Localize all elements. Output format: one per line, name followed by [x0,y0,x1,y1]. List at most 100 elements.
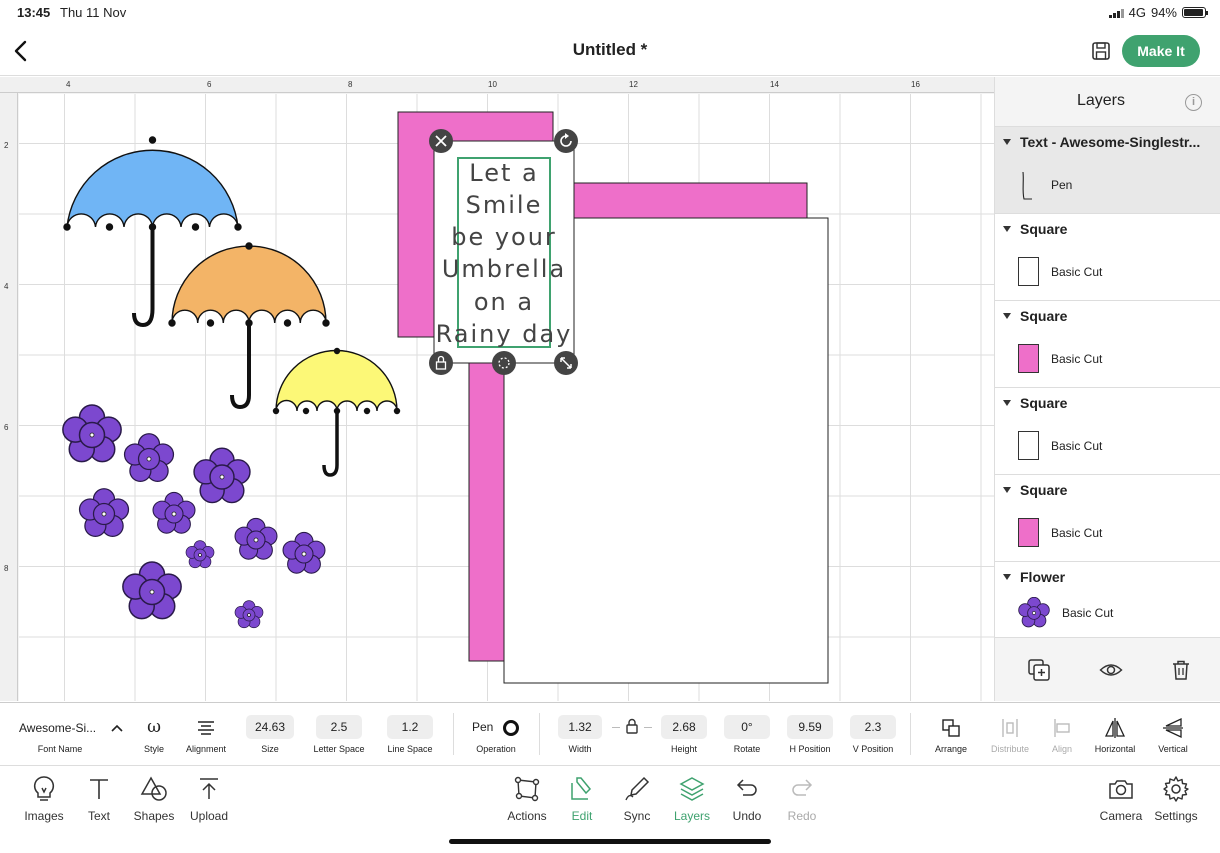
make-it-button[interactable]: Make It [1122,35,1200,67]
signal-icon [1108,8,1124,18]
font-name-label: Font Name [37,744,83,754]
v-position-input[interactable]: 2.3 [850,715,896,739]
layer-group-square[interactable]: Square Basic Cut [995,214,1220,301]
nav-redo: Redo [772,775,832,835]
nav-edit[interactable]: Edit [552,775,612,835]
duplicate-icon [1028,659,1050,681]
text-line: Let a [469,159,538,187]
layer-swatch [1018,431,1039,460]
lock-handle[interactable] [429,351,453,375]
layer-group-square[interactable]: Square Basic Cut [995,475,1220,562]
align-button: Align [1042,703,1082,767]
lock-proportions-button[interactable] [610,703,656,767]
flip-vertical-icon [1163,717,1183,739]
flip-horizontal-icon [1104,718,1126,738]
alignment-label: Alignment [185,744,227,754]
flip-horizontal-button[interactable]: Horizontal [1090,703,1140,767]
alignment-control[interactable]: Alignment [180,703,232,767]
duplicate-button[interactable] [1027,658,1051,682]
nav-shapes[interactable]: Shapes [124,775,184,835]
caret-down-icon[interactable] [1003,225,1011,232]
width-input[interactable]: 1.32 [558,715,602,739]
letter-space-input[interactable]: 2.5 [316,715,362,739]
caret-down-icon[interactable] [1003,399,1011,406]
horizontal-label: Horizontal [1094,744,1136,754]
v-position-control[interactable]: 2.3 V Position [848,703,898,767]
arrange-button[interactable]: Arrange [928,703,974,767]
pen-line-icon [1022,171,1032,200]
caret-down-icon[interactable] [1003,573,1011,580]
info-icon[interactable]: i [1185,94,1202,111]
nav-upload[interactable]: Upload [179,775,239,835]
flower-icon [1018,597,1050,628]
nav-sync-label: Sync [623,809,651,823]
text-line: Smile [466,191,543,219]
nav-actions-label: Actions [507,809,547,823]
rotate-input[interactable]: 0° [724,715,770,739]
caret-down-icon[interactable] [1003,486,1011,493]
caret-down-icon[interactable] [1003,138,1011,145]
layer-group-title: Square [1020,481,1068,498]
delete-layer-button[interactable] [1169,658,1193,682]
nav-text[interactable]: Text [69,775,129,835]
layer-group-text[interactable]: Text - Awesome-Singlestr... Pen [995,127,1220,214]
save-button[interactable] [1090,40,1112,62]
arrange-icon [942,719,960,737]
nav-camera[interactable]: Camera [1091,775,1151,835]
operation-label: Operation [476,744,516,754]
line-space-control[interactable]: 1.2 Line Space [382,703,438,767]
arrange-label: Arrange [934,744,968,754]
delete-handle[interactable] [429,129,453,153]
rotate-handle[interactable] [554,129,578,153]
nav-settings-label: Settings [1154,809,1198,823]
size-label: Size [261,744,279,754]
flip-vertical-button[interactable]: Vertical [1150,703,1196,767]
edit-toolbar: Awesome-Si... Font Name ω Style Alignmen… [0,702,1220,766]
nav-text-label: Text [87,809,110,823]
layer-group-title: Text - Awesome-Singlestr... [1020,133,1201,150]
visibility-button[interactable] [1099,658,1123,682]
size-control[interactable]: 24.63 Size [246,703,294,767]
nav-layers[interactable]: Layers [662,775,722,835]
letter-space-control[interactable]: 2.5 Letter Space [308,703,370,767]
h-position-label: H Position [789,744,831,754]
size-input[interactable]: 24.63 [246,715,294,739]
nav-actions[interactable]: Actions [497,775,557,835]
layer-group-square[interactable]: Square Basic Cut [995,301,1220,388]
height-control[interactable]: 2.68 Height [660,703,708,767]
layer-label: Basic Cut [1051,264,1103,279]
nav-images[interactable]: Images [14,775,74,835]
font-name-control[interactable]: Awesome-Si... Font Name [10,703,130,767]
toolbar-divider [453,713,454,755]
width-control[interactable]: 1.32 Width [556,703,604,767]
design-canvas[interactable]: 4 6 8 10 12 14 16 2 4 6 8 Let a Smile be… [0,77,994,701]
layers-icon [679,777,705,801]
width-label: Width [568,744,592,754]
caret-down-icon[interactable] [1003,312,1011,319]
move-handle[interactable] [492,351,516,375]
trash-icon [1173,660,1189,680]
line-space-input[interactable]: 1.2 [387,715,433,739]
nav-settings[interactable]: Settings [1146,775,1206,835]
layer-label: Basic Cut [1051,438,1103,453]
layer-label: Pen [1051,177,1073,192]
operation-control[interactable]: Pen Operation [466,703,526,767]
height-input[interactable]: 2.68 [661,715,707,739]
layer-group-title: Square [1020,307,1068,324]
style-control[interactable]: ω Style [134,703,174,767]
rotate-control[interactable]: 0° Rotate [724,703,770,767]
vertical-label: Vertical [1158,744,1188,754]
nav-undo[interactable]: Undo [717,775,777,835]
edit-icon [571,777,592,800]
undo-icon [736,779,757,796]
text-line: be your [451,223,557,251]
status-time: 13:45 [17,5,51,20]
resize-handle[interactable] [554,351,578,375]
nav-sync[interactable]: Sync [607,775,667,835]
distribute-label: Distribute [990,744,1029,754]
umbrella-yellow[interactable] [272,347,401,477]
layer-group-square[interactable]: Square Basic Cut [995,388,1220,475]
layer-group-flower[interactable]: Flower Basic Cut [995,562,1220,635]
h-position-input[interactable]: 9.59 [787,715,833,739]
h-position-control[interactable]: 9.59 H Position [784,703,836,767]
